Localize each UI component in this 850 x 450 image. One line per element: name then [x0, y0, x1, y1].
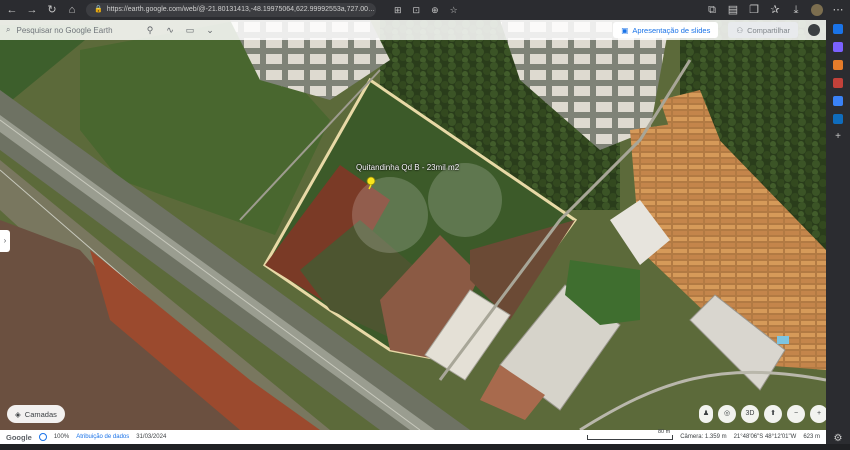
path-icon[interactable]: ∿	[164, 25, 176, 36]
pegman-icon[interactable]: ♟	[699, 405, 713, 423]
data-attribution-link[interactable]: Atribuição de dados	[76, 434, 129, 440]
search-icon: ⌕	[6, 25, 11, 34]
home-icon[interactable]: ⌂	[66, 4, 78, 16]
settings-icon[interactable]: ⚙	[834, 433, 843, 444]
extensions-icon[interactable]: ⧉	[706, 4, 718, 16]
browser-side-rail: + ⚙	[826, 20, 850, 450]
chevron-down-icon[interactable]: ⌄	[204, 25, 216, 36]
placemark-label[interactable]: Quitandinha Qd B - 23mil m2	[356, 163, 459, 172]
view-3d-button[interactable]: 3D	[741, 405, 759, 423]
search-icon[interactable]	[833, 24, 843, 34]
shopping-icon[interactable]	[833, 60, 843, 70]
tools-icon[interactable]	[833, 78, 843, 88]
slideshow-label: Apresentação de slides	[632, 25, 711, 35]
url-text: https://earth.google.com/web/@-21.801314…	[106, 6, 376, 13]
search-box[interactable]: ⌕ Pesquisar no Google Earth	[6, 25, 136, 35]
address-bar[interactable]: 🔒 https://earth.google.com/web/@-21.8013…	[86, 3, 376, 17]
collections-icon[interactable]: ❐	[748, 4, 760, 16]
reload-icon[interactable]: ↻	[46, 4, 58, 16]
google-logo: Google	[6, 432, 32, 442]
pin-icon[interactable]: ⚲	[144, 25, 156, 36]
browser-toolbar: ← → ↻ ⌂ 🔒 https://earth.google.com/web/@…	[0, 0, 850, 20]
pushpin-icon[interactable]	[364, 176, 378, 190]
elevation: 623 m	[803, 434, 820, 440]
compass-icon[interactable]: ⬆	[764, 405, 782, 423]
cursor-coordinates: 21°48'06"S 48°12'01"W	[733, 434, 797, 440]
slideshow-icon: ▣	[621, 25, 629, 35]
layers-label: Camadas	[24, 409, 57, 419]
earth-toolbar: ⌕ Pesquisar no Google Earth ⚲ ∿ ▭ ⌄ ▣ Ap…	[0, 20, 826, 40]
games-icon[interactable]	[833, 96, 843, 106]
account-icon[interactable]	[808, 24, 820, 36]
satellite-map[interactable]	[0, 20, 826, 430]
add-icon[interactable]: +	[835, 132, 841, 142]
sidebar-icon[interactable]: ▤	[727, 4, 739, 16]
scale-bar: 80 m	[587, 429, 674, 440]
downloads-icon[interactable]: ⤓	[790, 4, 802, 16]
imagery-date: 31/03/2024	[136, 434, 167, 440]
layers-button[interactable]: ◈ Camadas	[7, 405, 65, 423]
person-add-icon: ⚇	[736, 25, 744, 35]
expand-panel-button[interactable]: ›	[0, 230, 10, 252]
camera-altitude: Câmera: 1.359 m	[680, 434, 727, 440]
profile-avatar[interactable]	[811, 4, 823, 16]
menu-icon[interactable]: ⋯	[832, 4, 844, 16]
globe-icon	[38, 433, 47, 441]
zoom-icon[interactable]: ⊕	[431, 5, 439, 16]
share-button[interactable]: ⚇ Compartilhar	[728, 22, 798, 38]
status-bar: Google 100% Atribuição de dados 31/03/20…	[0, 429, 826, 444]
share-label: Compartilhar	[747, 25, 790, 35]
favorites-icon[interactable]: ✰	[769, 4, 781, 16]
layers-icon: ◈	[15, 409, 21, 419]
globe-percent: 100%	[53, 434, 70, 440]
install-icon[interactable]: ⊡	[413, 5, 421, 16]
translate-icon[interactable]: ⊞	[394, 5, 402, 16]
copilot-icon[interactable]	[833, 42, 843, 52]
slideshow-button[interactable]: ▣ Apresentação de slides	[613, 22, 719, 38]
back-icon[interactable]: ←	[6, 4, 18, 16]
outlook-icon[interactable]	[833, 114, 843, 124]
forward-icon[interactable]: →	[26, 4, 38, 16]
zoom-out-button[interactable]: −	[787, 405, 805, 423]
scale-label: 80 m	[657, 428, 671, 435]
star-icon[interactable]: ☆	[450, 5, 458, 16]
measure-icon[interactable]: ▭	[184, 25, 196, 36]
taskbar-strip	[0, 444, 850, 450]
search-input[interactable]: Pesquisar no Google Earth	[16, 26, 112, 35]
lock-icon: 🔒	[94, 6, 103, 13]
satellite-imagery	[0, 20, 826, 430]
chevron-right-icon: ›	[3, 236, 7, 245]
map-controls: ♟ ◎ 3D ⬆ − +	[699, 405, 828, 423]
my-location-icon[interactable]: ◎	[718, 405, 736, 423]
